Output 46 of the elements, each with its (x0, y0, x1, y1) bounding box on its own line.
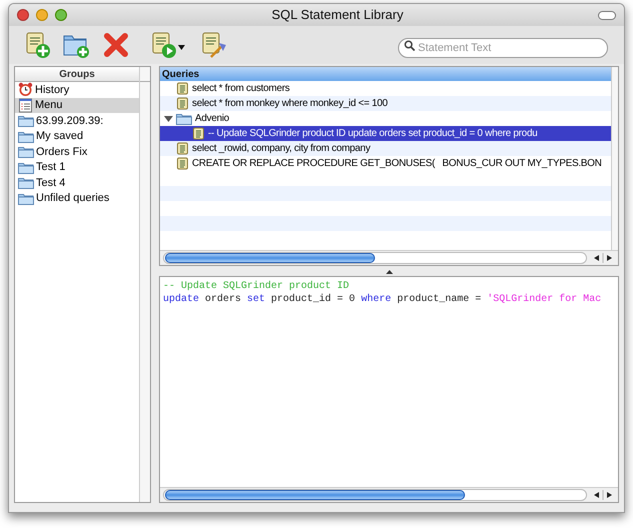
column-header[interactable]: Queries (160, 67, 611, 81)
folder-icon (18, 192, 34, 205)
query-row[interactable]: select * from monkey where monkey_id <= 100 (160, 96, 611, 111)
folder-icon (18, 130, 34, 143)
close-button[interactable] (17, 9, 29, 21)
window-title: SQL Statement Library (270, 6, 404, 24)
horizontal-scrollbar[interactable] (160, 250, 618, 265)
statement-icon (192, 127, 205, 140)
column-header[interactable]: Groups (15, 67, 139, 82)
group-item[interactable]: 63.99.209.39: (15, 113, 139, 128)
new-statement-icon[interactable] (25, 31, 51, 59)
folder-icon (18, 176, 34, 190)
list-icon (18, 98, 33, 113)
splitter-handle-icon[interactable] (386, 268, 392, 274)
query-row[interactable]: select _rowid, company, city from company (160, 141, 611, 156)
statement-icon (176, 157, 189, 170)
group-item[interactable]: Orders Fix (15, 144, 139, 160)
code-line: -- Update SQLGrinder product ID (163, 280, 350, 293)
sql-editor[interactable]: -- Update SQLGrinder product ID update orders set product_id = 0 where product_name = 'SQLGrinder for Mac (159, 276, 619, 503)
horizontal-scrollbar[interactable] (160, 487, 618, 502)
folder-icon (18, 145, 34, 158)
statement-icon (176, 97, 189, 110)
group-item[interactable]: Menu (15, 98, 139, 113)
query-row[interactable]: -- Update SQLGrinder product ID update orders set product_id = 0 where produ (160, 126, 611, 141)
edit-statement-icon[interactable] (201, 31, 229, 59)
statement-icon (176, 82, 189, 95)
code-line: update orders set product_id = 0 where product_name = 'SQLGrinder for Mac (163, 293, 602, 306)
scrollbar-thumb[interactable] (165, 490, 465, 500)
group-item[interactable]: History (15, 82, 139, 98)
folder-icon (18, 160, 34, 174)
run-statement-icon[interactable] (151, 31, 187, 59)
folder-icon (176, 112, 192, 125)
toolbar-toggle-button[interactable] (598, 10, 616, 20)
search-field[interactable]: Statement Text (398, 38, 608, 58)
delete-icon[interactable] (103, 32, 129, 58)
group-item[interactable]: My saved (15, 128, 139, 144)
scrollbar-thumb[interactable] (165, 253, 375, 263)
search-icon (404, 40, 415, 50)
expanded-triangle-icon[interactable] (164, 114, 173, 123)
group-item[interactable]: Test 1 (15, 160, 139, 175)
zoom-button[interactable] (55, 9, 67, 21)
group-item[interactable]: Test 4 (15, 175, 139, 190)
group-item[interactable]: Unfiled queries (15, 190, 139, 206)
statement-icon (176, 142, 189, 155)
alarm-clock-icon (18, 82, 33, 98)
folder-icon (18, 114, 34, 128)
